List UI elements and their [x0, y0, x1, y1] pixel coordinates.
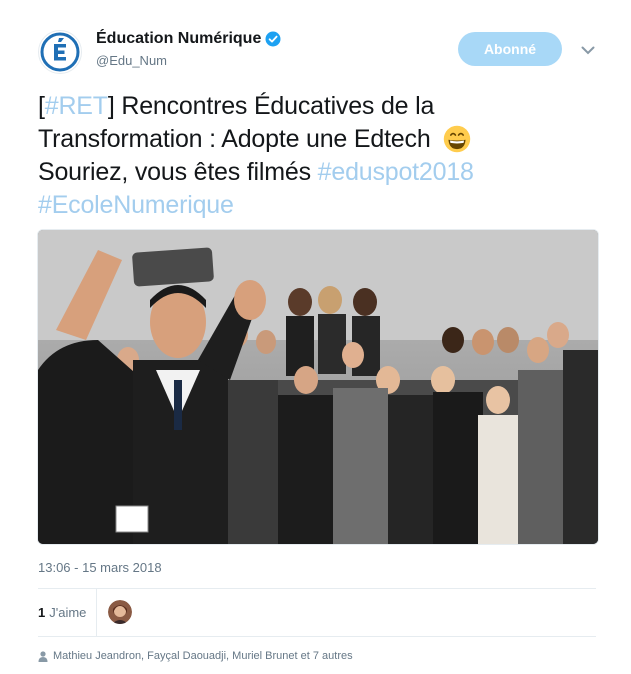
social-context[interactable]: Mathieu Jeandron, Fayçal Daouadji, Murie…	[38, 650, 353, 662]
social-context-text: Mathieu Jeandron, Fayçal Daouadji, Murie…	[53, 650, 353, 662]
liker-avatar-image	[108, 600, 132, 624]
tweet-text-second-line: Souriez, vous êtes filmés	[38, 158, 311, 186]
following-button[interactable]: Abonné	[458, 32, 562, 66]
tweet-photo[interactable]	[37, 229, 599, 545]
likes-separator	[96, 588, 97, 636]
likes-count-label: J'aime	[49, 605, 87, 620]
hashtag-ecolenumerique[interactable]: #EcoleNumerique	[38, 191, 234, 219]
education-logo-icon	[40, 32, 80, 72]
tweet-timestamp[interactable]: 13:06 - 15 mars 2018	[38, 560, 162, 575]
tweet-header: Éducation Numérique @Edu_Num Abonné	[38, 28, 610, 78]
divider-bottom	[38, 636, 596, 637]
more-options-button[interactable]	[578, 40, 598, 60]
liker-avatar[interactable]	[108, 600, 132, 624]
account-handle[interactable]: @Edu_Num	[96, 53, 281, 68]
group-selfie-photo	[38, 230, 598, 544]
verified-badge-icon	[265, 31, 281, 47]
display-name[interactable]: Éducation Numérique	[96, 30, 281, 48]
account-avatar[interactable]	[38, 30, 82, 74]
hashtag-eduspot2018[interactable]: #eduspot2018	[318, 158, 474, 186]
tweet-text: [#RET] Rencontres Éducatives de la Trans…	[38, 90, 598, 222]
chevron-down-icon	[581, 46, 595, 54]
likes-count-number: 1	[38, 605, 46, 620]
display-name-text[interactable]: Éducation Numérique	[96, 30, 261, 48]
account-name-block[interactable]: Éducation Numérique @Edu_Num	[96, 30, 281, 68]
grinning-face-icon	[444, 125, 471, 153]
hashtag-ret[interactable]: #RET	[45, 92, 108, 120]
likes-row: 1 J'aime	[38, 588, 596, 636]
person-icon	[38, 650, 48, 662]
tweet-text-open-bracket: [	[38, 92, 45, 120]
likes-count-link[interactable]: 1 J'aime	[38, 605, 86, 620]
